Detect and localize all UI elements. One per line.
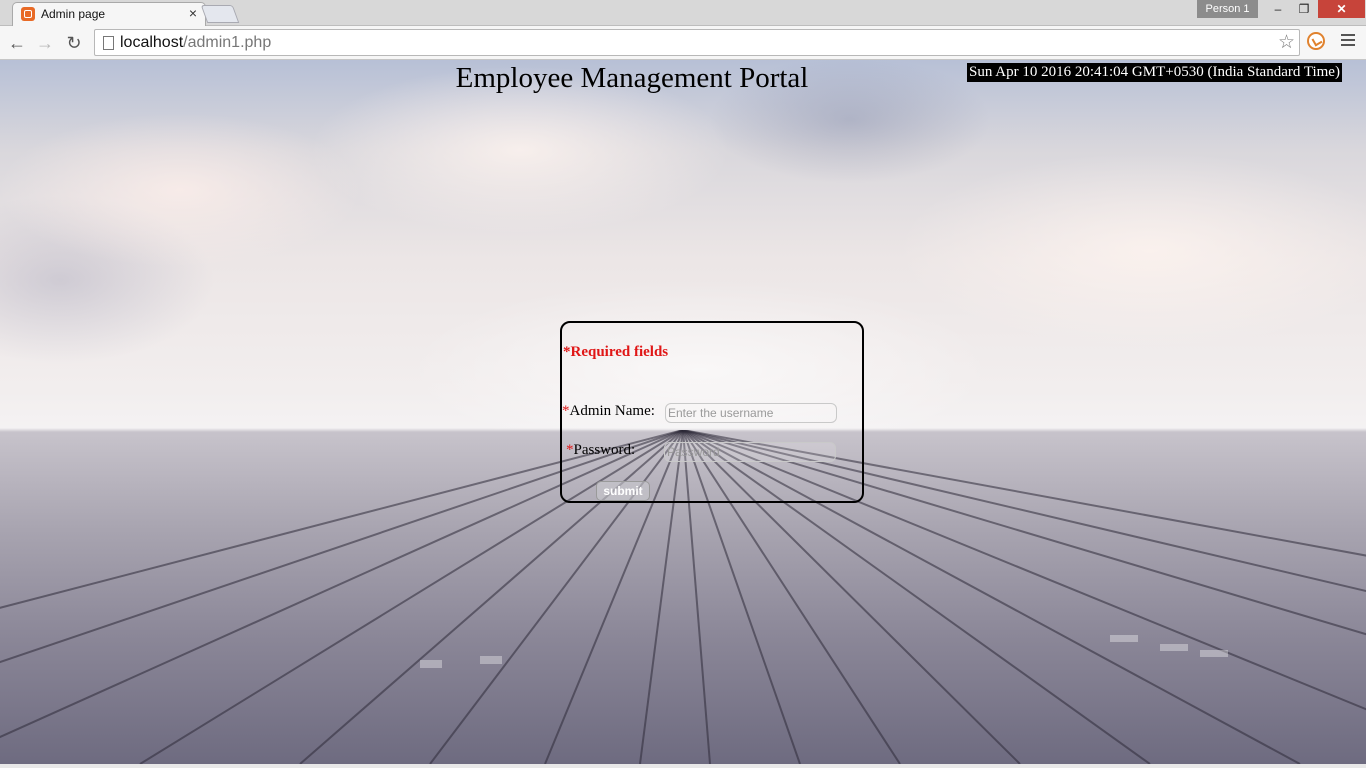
admin-login-form: *Required fields *Admin Name: *Password:… — [560, 321, 864, 503]
url-text[interactable]: localhost/admin1.php — [120, 34, 271, 52]
admin-name-label-text: Admin Name: — [569, 403, 655, 419]
taskbar-edge — [0, 764, 1366, 768]
admin-name-label: *Admin Name: — [562, 403, 655, 420]
extension-icon[interactable] — [1307, 32, 1325, 50]
page-icon — [103, 36, 114, 50]
new-tab-button[interactable] — [200, 5, 240, 23]
reload-icon[interactable]: ↻ — [63, 32, 85, 54]
xampp-favicon-icon — [21, 7, 35, 21]
chrome-menu-icon[interactable] — [1341, 34, 1355, 48]
submit-button[interactable]: submit — [596, 481, 650, 501]
browser-tab-admin-page[interactable]: Admin page × — [12, 2, 206, 26]
tab-close-icon[interactable]: × — [189, 5, 197, 21]
window-close-icon[interactable]: ✕ — [1318, 0, 1365, 18]
required-fields-note: *Required fields — [563, 344, 668, 361]
required-note-text: Required fields — [570, 344, 669, 360]
password-required-asterisk: * — [566, 442, 574, 458]
url-path: /admin1.php — [183, 34, 272, 51]
address-bar[interactable]: localhost/admin1.php ☆ — [94, 29, 1300, 56]
tab-title: Admin page — [41, 7, 106, 21]
admin-required-asterisk: * — [562, 403, 570, 419]
maximize-icon[interactable]: ❐ — [1291, 0, 1317, 18]
page-viewport: Employee Management Portal Sun Apr 10 20… — [0, 60, 1366, 764]
password-label: *Password: — [566, 442, 635, 459]
bookmark-star-icon[interactable]: ☆ — [1278, 31, 1295, 54]
password-input[interactable] — [664, 442, 836, 462]
password-label-text: Password: — [573, 442, 636, 458]
profile-button[interactable]: Person 1 — [1197, 0, 1258, 18]
back-arrow-icon[interactable]: ← — [6, 32, 28, 54]
required-asterisk: * — [563, 344, 571, 360]
browser-toolbar: ← → ↻ localhost/admin1.php ☆ — [0, 26, 1366, 60]
minimize-icon[interactable]: – — [1265, 0, 1291, 18]
date-time-display: Sun Apr 10 2016 20:41:04 GMT+0530 (India… — [967, 63, 1342, 82]
url-host: localhost — [120, 34, 184, 51]
forward-arrow-icon[interactable]: → — [34, 32, 56, 54]
admin-name-input[interactable] — [665, 403, 837, 423]
browser-titlebar: Admin page × Person 1 – ❐ ✕ — [0, 0, 1366, 26]
